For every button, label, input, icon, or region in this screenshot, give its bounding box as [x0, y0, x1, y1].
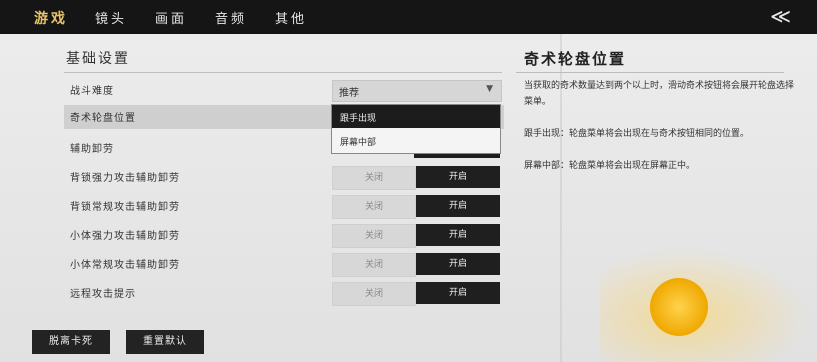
- detail-title: 奇术轮盘位置: [524, 50, 627, 68]
- detail-divider: [516, 72, 784, 73]
- watermark-logo: [600, 248, 810, 362]
- dropdown-option-screen-center[interactable]: 屏幕中部: [332, 129, 500, 152]
- chevron-down-icon: ▼: [486, 84, 493, 94]
- setting-label: 辅助卸劳: [70, 144, 114, 155]
- tab-audio[interactable]: 音频: [215, 8, 247, 27]
- back-arrow-icon[interactable]: ≪: [770, 4, 791, 28]
- toggle-on-button[interactable]: 开启: [416, 253, 500, 275]
- tab-game[interactable]: 游戏: [34, 8, 68, 28]
- difficulty-select[interactable]: 推荐 ▼: [332, 80, 502, 102]
- tab-camera[interactable]: 镜头: [95, 8, 127, 27]
- toggle-on-button[interactable]: 开启: [416, 282, 500, 304]
- section-divider: [64, 72, 502, 73]
- detail-paragraph: 屏幕中部：轮盘菜单将会出现在屏幕正中。: [524, 161, 696, 171]
- reset-default-button[interactable]: 重置默认: [126, 330, 204, 354]
- tab-other[interactable]: 其他: [275, 8, 307, 27]
- setting-row-combat-difficulty: 战斗难度 推荐 ▼: [64, 78, 504, 102]
- toggle-on-button[interactable]: 开启: [416, 195, 500, 217]
- top-nav-bar: 游戏 镜头 画面 音频 其他 ≪: [0, 0, 817, 34]
- setting-label: 奇术轮盘位置: [70, 113, 136, 124]
- toggle-off-button[interactable]: 关闭: [332, 166, 416, 190]
- setting-row-toggle: 小体强力攻击辅助卸劳 关闭 开启: [64, 223, 504, 248]
- dropdown-option-follow-hand[interactable]: 跟手出现: [332, 105, 500, 128]
- detail-paragraph: 跟手出现：轮盘菜单将会出现在与奇术按钮相同的位置。: [524, 129, 750, 139]
- setting-label: 小体常规攻击辅助卸劳: [70, 260, 180, 271]
- tab-graphics[interactable]: 画面: [155, 8, 187, 27]
- toggle-off-button[interactable]: 关闭: [332, 253, 416, 277]
- select-value: 推荐: [339, 88, 359, 99]
- detail-paragraph: 当获取的奇术数量达到两个以上时，滑动奇术按钮将会展开轮盘选择菜单。: [524, 81, 795, 107]
- setting-row-toggle: 背锁强力攻击辅助卸劳 关闭 开启: [64, 165, 504, 190]
- toggle-on-button[interactable]: 开启: [416, 224, 500, 246]
- setting-label: 小体强力攻击辅助卸劳: [70, 231, 180, 242]
- setting-row-toggle: 背锁常规攻击辅助卸劳 关闭 开启: [64, 194, 504, 219]
- setting-row-toggle: 远程攻击提示 关闭 开启: [64, 281, 504, 306]
- setting-label: 背锁常规攻击辅助卸劳: [70, 202, 180, 213]
- toggle-on-button[interactable]: 开启: [416, 166, 500, 188]
- section-title: 基础设置: [66, 51, 130, 67]
- wheel-position-dropdown: 跟手出现 屏幕中部: [331, 104, 501, 154]
- setting-label: 背锁强力攻击辅助卸劳: [70, 173, 180, 184]
- setting-row-toggle: 小体常规攻击辅助卸劳 关闭 开启: [64, 252, 504, 277]
- setting-label: 远程攻击提示: [70, 289, 136, 300]
- watermark-circle-icon: [650, 278, 708, 336]
- setting-label: 战斗难度: [70, 86, 114, 97]
- toggle-off-button[interactable]: 关闭: [332, 195, 416, 219]
- toggle-off-button[interactable]: 关闭: [332, 224, 416, 248]
- unstuck-button[interactable]: 脱离卡死: [32, 330, 110, 354]
- toggle-off-button[interactable]: 关闭: [332, 282, 416, 306]
